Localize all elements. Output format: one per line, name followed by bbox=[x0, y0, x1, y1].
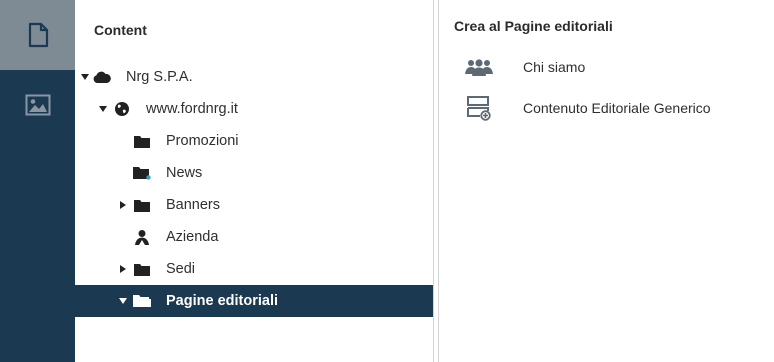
create-item-label: Chi siamo bbox=[523, 59, 586, 75]
content-tree-panel: Content Nrg S.P.A. www.fordnrg.it Promoz… bbox=[75, 0, 434, 362]
caret-right-icon[interactable] bbox=[119, 201, 127, 209]
tree-node-site[interactable]: www.fordnrg.it bbox=[75, 93, 434, 125]
tree-node-label: Sedi bbox=[166, 261, 196, 277]
image-icon bbox=[25, 94, 51, 116]
panel-divider bbox=[433, 0, 434, 362]
rail-media-button[interactable] bbox=[0, 70, 75, 140]
rail-content-button[interactable] bbox=[0, 0, 75, 70]
tree-node-promozioni[interactable]: Promozioni bbox=[75, 125, 434, 157]
document-icon bbox=[27, 22, 49, 48]
tree-node-label: Nrg S.P.A. bbox=[126, 69, 193, 85]
tree-node-pagine-editoriali[interactable]: Pagine editoriali bbox=[75, 285, 434, 317]
create-contenuto-item[interactable]: Contenuto Editoriale Generico bbox=[439, 91, 774, 125]
tree-node-banners[interactable]: Banners bbox=[75, 189, 434, 221]
add-block-icon bbox=[465, 95, 493, 121]
folder-icon bbox=[133, 132, 151, 150]
create-panel-title: Crea al Pagine editoriali bbox=[454, 18, 613, 34]
caret-down-icon[interactable] bbox=[119, 297, 127, 305]
folder-icon bbox=[133, 196, 151, 214]
create-chi-siamo-item[interactable]: Chi siamo bbox=[439, 50, 774, 84]
tree-node-azienda[interactable]: Azienda bbox=[75, 221, 434, 253]
globe-icon bbox=[113, 100, 131, 118]
person-icon bbox=[133, 228, 151, 246]
left-rail bbox=[0, 0, 75, 362]
tree-node-label: Azienda bbox=[166, 229, 219, 245]
tree-node-sedi[interactable]: Sedi bbox=[75, 253, 434, 285]
tree-node-label: Banners bbox=[166, 197, 221, 213]
tree-node-news[interactable]: News bbox=[75, 157, 434, 189]
caret-right-icon[interactable] bbox=[119, 265, 127, 273]
tree-node-label: Pagine editoriali bbox=[166, 293, 278, 309]
create-panel: Crea al Pagine editoriali Chi siamo Cont… bbox=[439, 0, 774, 362]
caret-down-icon[interactable] bbox=[81, 73, 89, 81]
tree-node-nrg[interactable]: Nrg S.P.A. bbox=[75, 61, 434, 93]
users-icon bbox=[465, 54, 493, 80]
tree-node-label: News bbox=[166, 165, 203, 181]
create-item-label: Contenuto Editoriale Generico bbox=[523, 100, 711, 116]
folder-news-icon bbox=[133, 164, 151, 182]
cloud-icon bbox=[93, 68, 111, 86]
app: Content Nrg S.P.A. www.fordnrg.it Promoz… bbox=[0, 0, 774, 362]
folder-icon bbox=[133, 260, 151, 278]
caret-down-icon[interactable] bbox=[99, 105, 107, 113]
tree-node-label: Promozioni bbox=[166, 133, 239, 149]
folder-open-icon bbox=[133, 292, 151, 310]
tree-node-label: www.fordnrg.it bbox=[146, 101, 238, 117]
panel-title: Content bbox=[94, 22, 147, 38]
